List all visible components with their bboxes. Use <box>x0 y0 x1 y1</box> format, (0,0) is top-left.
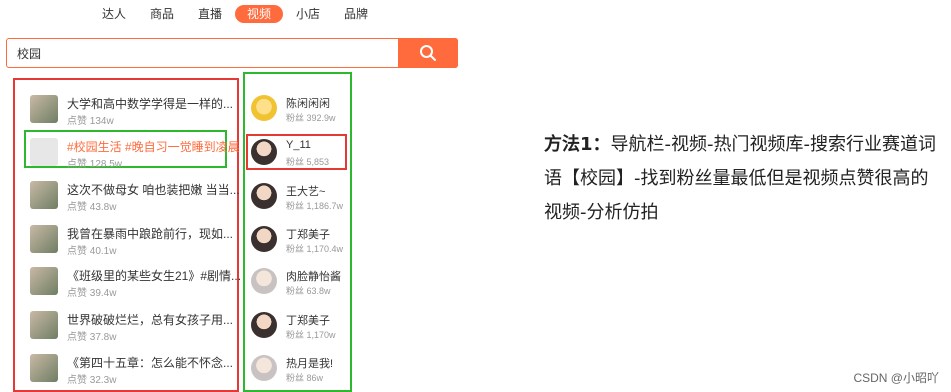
video-thumbnail <box>30 225 58 253</box>
video-thumbnail <box>30 311 58 339</box>
user-row[interactable]: 陈闲闲闲 粉丝 392.9w <box>251 95 351 129</box>
video-title: 《班级里的某些女生21》#剧情... <box>67 269 242 283</box>
avatar <box>251 139 277 165</box>
avatar <box>251 355 277 381</box>
video-row[interactable]: 世界破破烂烂，总有女孩子用... 点赞 37.8w <box>30 311 234 345</box>
method-label: 方法1： <box>544 134 611 155</box>
user-name: 肉脸静怡酱 <box>286 271 341 283</box>
video-title: 大学和高中数学学得是一样的... <box>67 97 234 111</box>
search-input[interactable]: 校园 <box>17 45 41 62</box>
method-annotation: 方法1：导航栏-视频-热门视频库-搜索行业赛道词语【校园】-找到粉丝量最低但是视… <box>544 128 944 230</box>
user-row[interactable]: Y_11 粉丝 5,853 <box>251 139 351 173</box>
video-row[interactable]: 我曾在暴雨中踉跄前行，现如... 点赞 40.1w <box>30 225 234 259</box>
user-name: 陈闲闲闲 <box>286 98 330 110</box>
video-likes: 点赞 32.3w <box>67 375 117 386</box>
video-row[interactable]: #校园生活 #晚自习一觉睡到凌晨 点赞 128.5w <box>30 138 240 172</box>
search-bar: 校园 <box>6 38 458 68</box>
user-fans: 粉丝 1,170w <box>286 330 336 340</box>
user-row[interactable]: 热月是我! 粉丝 86w <box>251 355 351 389</box>
video-row[interactable]: 大学和高中数学学得是一样的... 点赞 134w <box>30 95 234 129</box>
video-title: #校园生活 #晚自习一觉睡到凌晨 <box>67 140 240 154</box>
avatar <box>251 268 277 294</box>
search-icon <box>420 45 436 61</box>
video-row[interactable]: 这次不做母女 咱也装把嫩 当当... 点赞 43.8w <box>30 181 240 215</box>
video-thumbnail <box>30 267 58 295</box>
user-row[interactable]: 王大艺~ 粉丝 1,186.7w <box>251 183 351 217</box>
tab-daren[interactable]: 达人 <box>100 5 128 23</box>
user-fans: 粉丝 63.8w <box>286 286 331 296</box>
user-row[interactable]: 丁郑美子 粉丝 1,170.4w <box>251 226 351 260</box>
user-fans: 粉丝 1,186.7w <box>286 201 344 211</box>
tab-brand[interactable]: 品牌 <box>342 5 370 23</box>
tab-video[interactable]: 视频 <box>235 5 283 23</box>
avatar <box>251 226 277 252</box>
user-row[interactable]: 丁郑美子 粉丝 1,170w <box>251 312 351 346</box>
user-name: 丁郑美子 <box>286 229 330 241</box>
user-fans: 粉丝 392.9w <box>286 113 336 123</box>
avatar <box>251 312 277 338</box>
video-likes: 点赞 39.4w <box>67 288 117 299</box>
user-name: 丁郑美子 <box>286 315 330 327</box>
video-title: 世界破破烂烂，总有女孩子用... <box>67 313 234 327</box>
watermark: CSDN @小昭吖 <box>853 371 939 385</box>
top-nav: 达人 商品 直播 视频 小店 品牌 <box>0 0 465 28</box>
tab-live[interactable]: 直播 <box>196 5 224 23</box>
video-likes: 点赞 43.8w <box>67 202 117 213</box>
video-row[interactable]: 《第四十五章：怎么能不怀念... 点赞 32.3w <box>30 354 234 388</box>
user-fans: 粉丝 1,170.4w <box>286 244 344 254</box>
video-likes: 点赞 134w <box>67 116 114 127</box>
user-fans: 粉丝 86w <box>286 373 324 383</box>
video-likes: 点赞 40.1w <box>67 246 117 257</box>
user-fans: 粉丝 5,853 <box>286 157 330 167</box>
user-name: 热月是我! <box>286 358 334 370</box>
user-row[interactable]: 肉脸静怡酱 粉丝 63.8w <box>251 268 351 302</box>
video-title: 《第四十五章：怎么能不怀念... <box>67 356 234 370</box>
video-thumbnail <box>30 354 58 382</box>
avatar <box>251 183 277 209</box>
video-thumbnail <box>30 95 58 123</box>
video-title: 我曾在暴雨中踉跄前行，现如... <box>67 227 234 241</box>
search-button[interactable] <box>398 38 458 68</box>
tab-shop[interactable]: 小店 <box>294 5 322 23</box>
video-row[interactable]: 《班级里的某些女生21》#剧情... 点赞 39.4w <box>30 267 241 301</box>
video-thumbnail <box>30 181 58 209</box>
user-name: Y_11 <box>286 139 311 151</box>
avatar <box>251 95 277 121</box>
user-name: 王大艺~ <box>286 186 326 198</box>
video-thumbnail <box>30 138 58 166</box>
video-title: 这次不做母女 咱也装把嫩 当当... <box>67 183 240 197</box>
tab-goods[interactable]: 商品 <box>148 5 176 23</box>
video-likes: 点赞 37.8w <box>67 332 117 343</box>
video-likes: 点赞 128.5w <box>67 159 123 170</box>
